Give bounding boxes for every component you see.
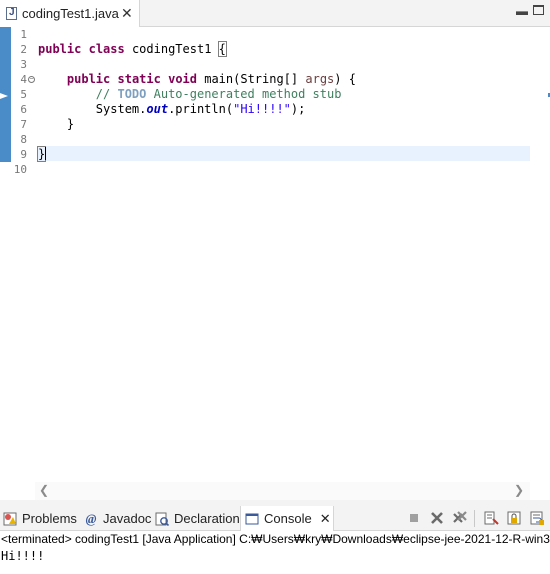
clear-console-icon[interactable] bbox=[483, 510, 499, 526]
declaration-icon bbox=[155, 512, 169, 526]
console-view[interactable]: <terminated> codingTest1 [Java Applicati… bbox=[0, 531, 550, 574]
javadoc-icon: @ bbox=[85, 510, 97, 526]
line-number-ruler: 1 2 3 4 − 5 6 7 8 9 10 bbox=[11, 27, 35, 482]
line-number: 8 bbox=[20, 133, 27, 146]
editor-tab-bar: J codingTest1.java ✕ ▬ bbox=[0, 0, 550, 27]
tab-label: Problems bbox=[22, 511, 77, 526]
line-number: 7 bbox=[20, 118, 27, 131]
maximize-icon[interactable] bbox=[533, 5, 544, 15]
java-file-icon: J bbox=[6, 7, 17, 20]
tab-label: Declaration bbox=[174, 511, 240, 526]
line-number: 1 bbox=[20, 28, 27, 41]
tab-problems[interactable]: Problems bbox=[3, 506, 77, 531]
current-line-highlight bbox=[37, 146, 530, 161]
editor-tab-title: codingTest1.java bbox=[22, 6, 119, 21]
scroll-right-icon[interactable]: ❯ bbox=[514, 483, 524, 497]
code-line-2: public class codingTest1 { bbox=[38, 41, 227, 57]
code-line-7: } bbox=[66, 117, 75, 131]
text-caret bbox=[45, 147, 46, 160]
tab-javadoc[interactable]: @ Javadoc bbox=[84, 506, 152, 531]
scroll-lock-icon[interactable] bbox=[506, 510, 522, 526]
remove-all-terminated-icon[interactable] bbox=[452, 510, 468, 526]
editor-tab-codingtest1[interactable]: J codingTest1.java ✕ bbox=[0, 0, 140, 27]
terminate-icon[interactable] bbox=[406, 510, 422, 526]
line-number: 3 bbox=[20, 58, 27, 71]
fold-collapse-icon[interactable]: − bbox=[28, 76, 35, 83]
tab-declaration[interactable]: Declaration bbox=[155, 506, 240, 531]
matching-bracket: { bbox=[217, 41, 227, 57]
problems-icon bbox=[3, 512, 17, 525]
console-process-label: <terminated> codingTest1 [Java Applicati… bbox=[1, 532, 550, 546]
code-line-5: // TODO Auto-generated method stub bbox=[95, 87, 342, 101]
close-tab-icon[interactable]: ✕ bbox=[121, 5, 133, 22]
minimize-icon[interactable]: ▬ bbox=[516, 4, 528, 18]
toolbar-separator bbox=[474, 510, 475, 527]
horizontal-scrollbar[interactable]: ❮ ❯ bbox=[35, 482, 530, 500]
overview-ruler[interactable] bbox=[530, 27, 550, 500]
line-number: 6 bbox=[20, 103, 27, 116]
line-number: 5 bbox=[20, 88, 27, 101]
close-console-icon[interactable]: ✕ bbox=[320, 511, 331, 527]
line-number: 2 bbox=[20, 43, 27, 56]
tab-label: Console bbox=[264, 511, 312, 526]
console-output[interactable]: Hi!!!! bbox=[1, 549, 44, 564]
remove-launch-icon[interactable] bbox=[429, 510, 445, 526]
line-number: 10 bbox=[13, 163, 27, 176]
line-number: 9 bbox=[20, 148, 27, 161]
scroll-left-icon[interactable]: ❮ bbox=[39, 483, 49, 497]
change-marker-icon bbox=[0, 93, 8, 99]
word-wrap-icon[interactable] bbox=[529, 510, 545, 526]
line-number: 4 bbox=[20, 73, 27, 86]
code-text-area[interactable]: public class codingTest1 { public static… bbox=[36, 27, 530, 482]
tab-label: Javadoc bbox=[103, 511, 152, 526]
code-line-4: public static void main(String[] args) { bbox=[66, 72, 356, 86]
tab-console[interactable]: Console ✕ bbox=[240, 506, 334, 531]
console-icon bbox=[245, 513, 259, 524]
code-line-6: System.out.println("Hi!!!!"); bbox=[95, 102, 306, 116]
code-editor[interactable]: 1 2 3 4 − 5 6 7 8 9 10 public class codi… bbox=[0, 27, 550, 500]
